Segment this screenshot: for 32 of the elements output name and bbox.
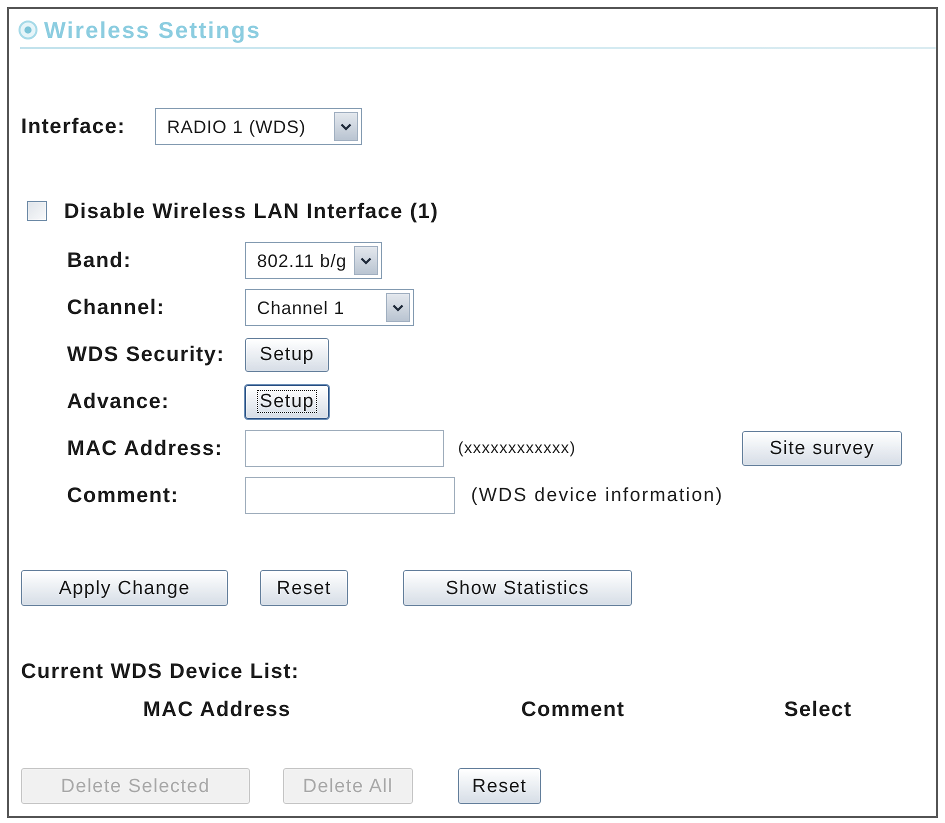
button[interactable]: Setup [245,338,329,372]
section-heading: Current WDS Device List: [21,659,300,684]
dropdown[interactable]: Channel 1 [245,289,414,326]
column-header: Comment [521,698,625,720]
field-label: MAC Address: [67,438,224,459]
field-label: Comment: [67,485,180,506]
field-label: Advance: [67,391,171,412]
button[interactable]: Apply Change [21,570,228,606]
page-title: Wireless Settings [44,18,262,42]
column-header: MAC Address [143,698,291,720]
chevron-down-icon [334,112,358,141]
checkbox[interactable] [27,201,47,221]
column-header: Select [784,698,852,720]
chevron-down-icon [386,293,410,322]
hint-text: (xxxxxxxxxxxx) [458,440,576,456]
field-label: Band: [67,250,132,271]
text-input-field[interactable] [245,477,455,514]
dropdown[interactable]: 802.11 b/g [245,242,382,279]
checkbox-label: Disable Wireless LAN Interface (1) [64,200,439,222]
dropdown[interactable]: RADIO 1 (WDS) [155,108,362,145]
radio-circle-icon [18,20,38,40]
field-label: Channel: [67,297,166,318]
button[interactable]: Show Statistics [403,570,632,606]
button[interactable]: Site survey [742,431,902,466]
button[interactable]: Reset [458,768,541,804]
field-label: WDS Security: [67,344,226,365]
hint-text: (WDS device information) [471,486,724,505]
field-label: Interface: [21,116,127,137]
button[interactable]: Reset [260,570,348,606]
chevron-down-icon [354,246,378,275]
button[interactable]: Setup [245,384,329,418]
text-input-field[interactable] [245,430,444,467]
